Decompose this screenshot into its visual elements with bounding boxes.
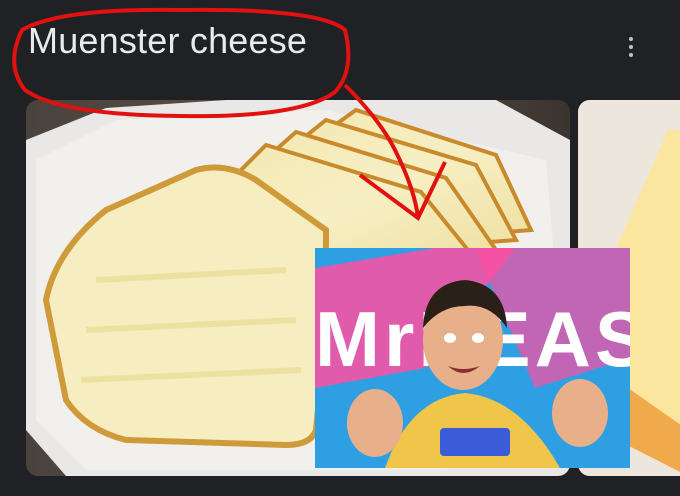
dot (629, 53, 633, 57)
dot (629, 45, 633, 49)
dot (629, 37, 633, 41)
page-title: Muenster cheese (28, 20, 308, 61)
overlay-person-image: MrBEAST (315, 248, 630, 468)
overlay-thumbnail: MrBEAST (315, 248, 630, 468)
more-vert-icon[interactable] (617, 32, 645, 62)
